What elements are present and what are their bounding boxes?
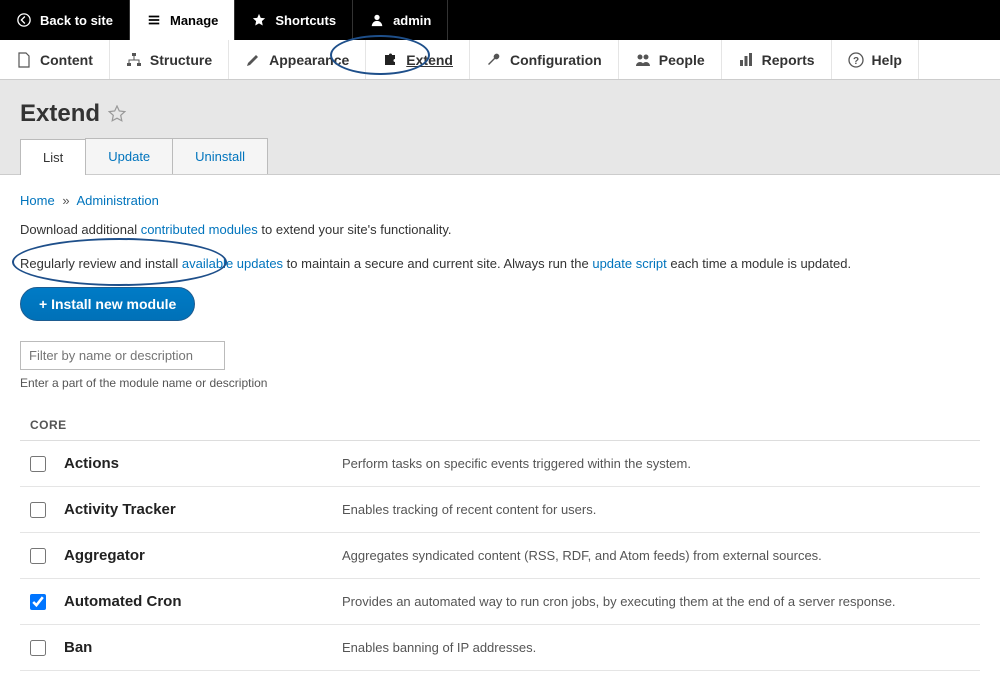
help-icon: ? — [848, 52, 864, 68]
tab-uninstall[interactable]: Uninstall — [172, 138, 268, 174]
breadcrumb: Home » Administration — [20, 193, 980, 208]
menu-content[interactable]: Content — [0, 40, 110, 79]
paintbrush-icon — [245, 52, 261, 68]
menu-label: Extend — [406, 52, 453, 68]
shortcuts-link[interactable]: Shortcuts — [235, 0, 353, 40]
menu-label: Structure — [150, 52, 212, 68]
user-icon — [369, 12, 385, 28]
back-to-site[interactable]: Back to site — [0, 0, 130, 40]
breadcrumb-sep: » — [62, 193, 69, 208]
menu-label: Reports — [762, 52, 815, 68]
arrow-left-icon — [16, 12, 32, 28]
menu-people[interactable]: People — [619, 40, 722, 79]
puzzle-icon — [382, 52, 398, 68]
star-icon — [251, 12, 267, 28]
module-description: Enables tracking of recent content for u… — [342, 502, 970, 517]
menu-appearance[interactable]: Appearance — [229, 40, 366, 79]
menu-help[interactable]: ? Help — [832, 40, 919, 79]
module-group-header: CORE — [20, 410, 980, 441]
shortcuts-label: Shortcuts — [275, 13, 336, 28]
menu-structure[interactable]: Structure — [110, 40, 229, 79]
module-row: Automated Cron Provides an automated way… — [20, 579, 980, 625]
module-description: Provides an automated way to run cron jo… — [342, 594, 970, 609]
menu-reports[interactable]: Reports — [722, 40, 832, 79]
module-name[interactable]: Aggregator — [64, 547, 324, 564]
module-row: Actions Perform tasks on specific events… — [20, 441, 980, 487]
menu-label: Appearance — [269, 52, 349, 68]
link-available-updates[interactable]: available updates — [182, 256, 283, 271]
module-name[interactable]: Ban — [64, 639, 324, 656]
module-name[interactable]: Activity Tracker — [64, 501, 324, 518]
manage-toggle[interactable]: Manage — [130, 0, 235, 40]
back-label: Back to site — [40, 13, 113, 28]
bar-chart-icon — [738, 52, 754, 68]
module-checkbox[interactable] — [30, 548, 46, 564]
module-name[interactable]: Automated Cron — [64, 593, 324, 610]
module-checkbox[interactable] — [30, 594, 46, 610]
module-checkbox[interactable] — [30, 456, 46, 472]
admin-menu: Content Structure Appearance Extend Conf… — [0, 40, 1000, 80]
page-header: Extend List Update Uninstall — [0, 80, 1000, 175]
link-update-script[interactable]: update script — [592, 256, 666, 271]
user-label: admin — [393, 13, 431, 28]
module-description: Enables banning of IP addresses. — [342, 640, 970, 655]
manage-label: Manage — [170, 13, 218, 28]
breadcrumb-home[interactable]: Home — [20, 193, 55, 208]
filter-input[interactable] — [20, 341, 225, 370]
module-description: Perform tasks on specific events trigger… — [342, 456, 970, 471]
tab-list[interactable]: List — [20, 139, 86, 175]
main-content: Home » Administration Download additiona… — [0, 175, 1000, 689]
top-toolbar: Back to site Manage Shortcuts admin — [0, 0, 1000, 40]
people-icon — [635, 52, 651, 68]
description-1: Download additional contributed modules … — [20, 220, 980, 240]
user-menu[interactable]: admin — [353, 0, 448, 40]
module-checkbox[interactable] — [30, 502, 46, 518]
module-row: Aggregator Aggregates syndicated content… — [20, 533, 980, 579]
tab-update[interactable]: Update — [85, 138, 173, 174]
module-list: CORE Actions Perform tasks on specific e… — [20, 410, 980, 671]
menu-label: Configuration — [510, 52, 602, 68]
menu-configuration[interactable]: Configuration — [470, 40, 619, 79]
svg-text:?: ? — [852, 56, 858, 67]
breadcrumb-admin[interactable]: Administration — [76, 193, 158, 208]
module-row: Ban Enables banning of IP addresses. — [20, 625, 980, 671]
menu-extend[interactable]: Extend — [366, 40, 470, 79]
link-contributed-modules[interactable]: contributed modules — [141, 222, 258, 237]
hamburger-icon — [146, 12, 162, 28]
filter-help-text: Enter a part of the module name or descr… — [20, 376, 980, 390]
wrench-icon — [486, 52, 502, 68]
hierarchy-icon — [126, 52, 142, 68]
favorite-star-icon[interactable] — [108, 105, 126, 123]
module-name[interactable]: Actions — [64, 455, 324, 472]
menu-label: People — [659, 52, 705, 68]
module-row: Activity Tracker Enables tracking of rec… — [20, 487, 980, 533]
install-new-module-button[interactable]: + Install new module — [20, 287, 195, 321]
menu-label: Help — [872, 52, 902, 68]
page-title: Extend — [20, 100, 100, 128]
file-icon — [16, 52, 32, 68]
description-2: Regularly review and install available u… — [20, 254, 980, 274]
module-description: Aggregates syndicated content (RSS, RDF,… — [342, 548, 970, 563]
page-tabs: List Update Uninstall — [20, 138, 980, 174]
menu-label: Content — [40, 52, 93, 68]
module-checkbox[interactable] — [30, 640, 46, 656]
